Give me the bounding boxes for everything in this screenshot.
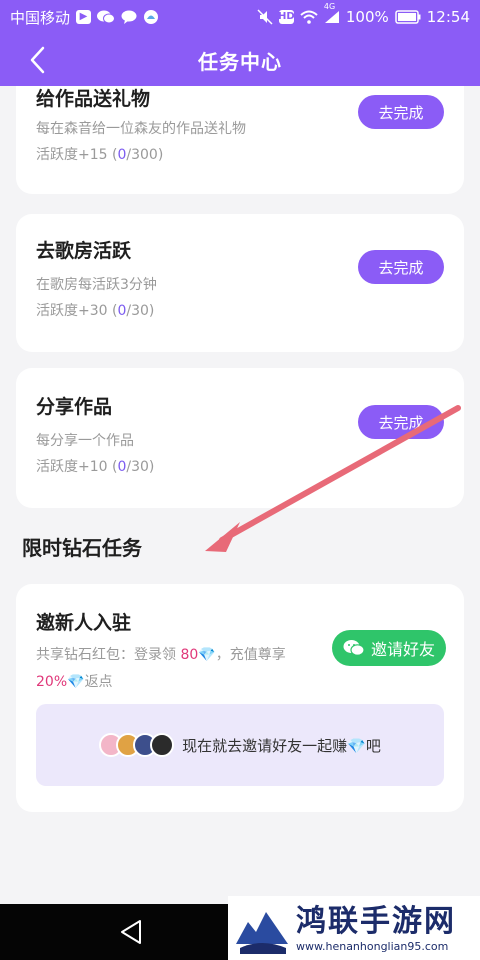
back-chevron-icon: [30, 46, 45, 74]
diamond-icon: 💎: [67, 674, 85, 690]
task-desc: 每在森音给一位森友的作品送礼物: [36, 121, 246, 137]
notification-app-icon: ▶: [76, 10, 92, 24]
complete-button[interactable]: 去完成: [358, 95, 444, 129]
page-title: 任务中心: [198, 49, 282, 74]
battery-icon: [395, 10, 421, 24]
status-bar: 中国移动 ▶ HD 4G 100% 12:54: [0, 0, 480, 34]
signal-icon: 4G: [324, 2, 340, 24]
task-progress: 活跃度+30 (0/30): [36, 303, 155, 319]
watermark-name: 鸿联手游网: [296, 903, 456, 939]
mute-icon: [257, 9, 273, 25]
watermark-logo-icon: [234, 900, 290, 956]
task-card: 给作品送礼物 每在森音给一位森友的作品送礼物 活跃度+15 (0/300) 去完…: [16, 86, 464, 194]
nav-back-icon[interactable]: [118, 918, 146, 946]
complete-button[interactable]: 去完成: [358, 250, 444, 284]
task-progress: 活跃度+15 (0/300): [36, 147, 164, 163]
task-title: 给作品送礼物: [36, 88, 151, 110]
task-desc: 在歌房每活跃3分钟: [36, 277, 157, 293]
watermark-url: www.henanhonglian95.com: [296, 939, 449, 953]
diamond-icon: 💎: [347, 736, 366, 755]
diamond-icon: 💎: [198, 647, 216, 663]
back-button[interactable]: [22, 44, 52, 76]
carrier-label: 中国移动: [10, 8, 71, 27]
task-list[interactable]: 给作品送礼物 每在森音给一位森友的作品送礼物 活跃度+15 (0/300) 去完…: [0, 86, 480, 904]
watermark: 鸿联手游网 www.henanhonglian95.com: [228, 896, 480, 960]
banner-text: 现在就去邀请好友一起赚💎吧: [182, 736, 381, 755]
task-title: 分享作品: [36, 396, 113, 418]
complete-button[interactable]: 去完成: [358, 405, 444, 439]
hd-badge: HD: [278, 10, 295, 24]
task-card: 去歌房活跃 在歌房每活跃3分钟 活跃度+30 (0/30) 去完成: [16, 214, 464, 352]
invite-button-label: 邀请好友: [370, 640, 435, 659]
task-card: 分享作品 每分享一个作品 活跃度+10 (0/30) 去完成: [16, 368, 464, 508]
wechat-notification-icon: [97, 10, 116, 24]
invite-banner[interactable]: 现在就去邀请好友一起赚💎吧: [36, 704, 444, 786]
task-desc: 共享钻石红包：登录领 80💎，充值尊享 20%💎返点: [36, 647, 286, 690]
task-title: 去歌房活跃: [36, 240, 132, 262]
app-notification-icon: [143, 9, 159, 25]
network-type-label: 4G: [323, 2, 336, 11]
message-notification-icon: [121, 10, 137, 24]
invite-task-card: 邀新人入驻 共享钻石红包：登录领 80💎，充值尊享 20%💎返点 邀请好友 现在…: [16, 584, 464, 812]
battery-percent: 100%: [345, 8, 389, 26]
section-title: 限时钻石任务: [22, 536, 142, 560]
wifi-icon: [300, 10, 318, 24]
clock: 12:54: [426, 8, 470, 26]
task-title: 邀新人入驻: [36, 612, 132, 634]
avatar: [150, 733, 175, 757]
task-progress: 活跃度+10 (0/30): [36, 459, 155, 475]
wechat-icon: [343, 640, 365, 656]
avatar-group: [99, 733, 175, 757]
task-desc: 每分享一个作品: [36, 433, 134, 449]
header-bar: 任务中心: [0, 34, 480, 86]
invite-friends-button[interactable]: 邀请好友: [332, 630, 446, 666]
